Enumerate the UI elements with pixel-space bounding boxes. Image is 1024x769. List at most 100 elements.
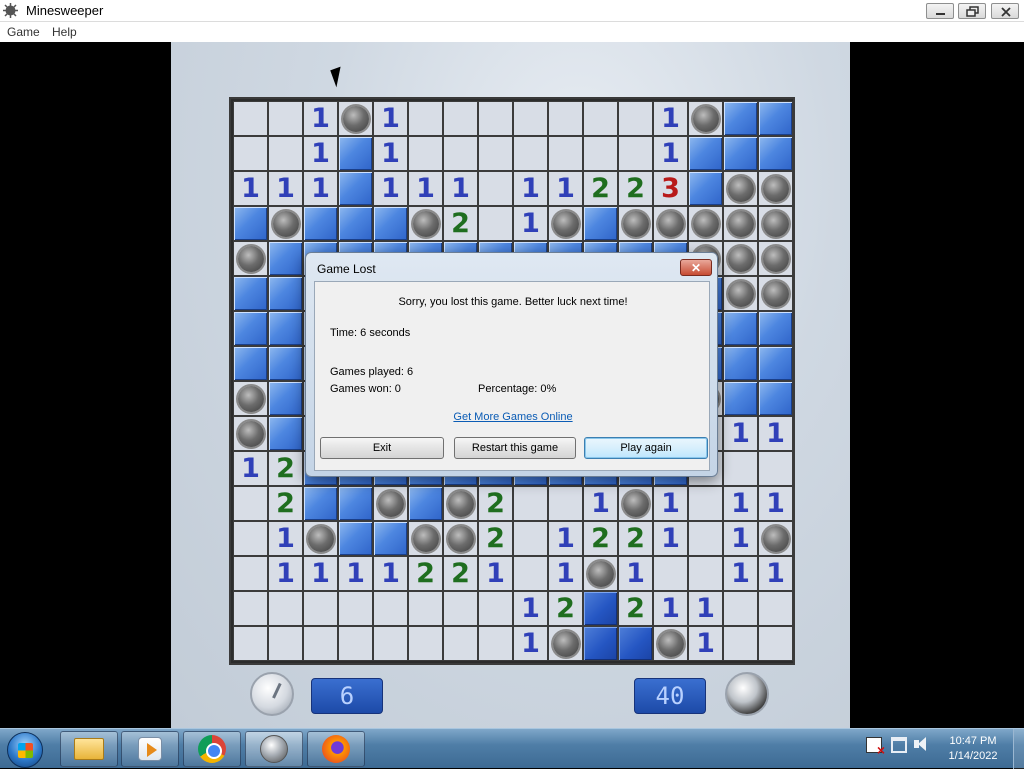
restore-button[interactable] bbox=[958, 3, 986, 19]
number-tile[interactable]: 2 bbox=[618, 591, 653, 626]
number-tile[interactable]: 2 bbox=[583, 171, 618, 206]
mine-tile[interactable] bbox=[233, 241, 268, 276]
covered-tile[interactable] bbox=[373, 521, 408, 556]
number-tile[interactable]: 1 bbox=[373, 556, 408, 591]
mine-tile[interactable] bbox=[723, 276, 758, 311]
number-tile[interactable]: 1 bbox=[653, 521, 688, 556]
covered-tile[interactable] bbox=[688, 136, 723, 171]
volume-icon[interactable] bbox=[914, 737, 928, 751]
empty-tile[interactable] bbox=[268, 626, 303, 661]
empty-tile[interactable] bbox=[478, 101, 513, 136]
mine-tile[interactable] bbox=[408, 521, 443, 556]
empty-tile[interactable] bbox=[268, 101, 303, 136]
empty-tile[interactable] bbox=[513, 486, 548, 521]
mine-tile[interactable] bbox=[233, 381, 268, 416]
number-tile[interactable]: 1 bbox=[513, 206, 548, 241]
number-tile[interactable]: 1 bbox=[758, 556, 793, 591]
number-tile[interactable]: 1 bbox=[723, 486, 758, 521]
empty-tile[interactable] bbox=[338, 591, 373, 626]
empty-tile[interactable] bbox=[478, 206, 513, 241]
empty-tile[interactable] bbox=[583, 101, 618, 136]
number-tile[interactable]: 1 bbox=[758, 486, 793, 521]
covered-tile[interactable] bbox=[583, 626, 618, 661]
mine-tile[interactable] bbox=[548, 626, 583, 661]
mine-tile[interactable] bbox=[443, 521, 478, 556]
number-tile[interactable]: 2 bbox=[478, 521, 513, 556]
covered-tile[interactable] bbox=[583, 591, 618, 626]
empty-tile[interactable] bbox=[723, 591, 758, 626]
empty-tile[interactable] bbox=[513, 101, 548, 136]
number-tile[interactable]: 1 bbox=[303, 136, 338, 171]
get-more-games-link[interactable]: Get More Games Online bbox=[315, 411, 711, 423]
number-tile[interactable]: 1 bbox=[338, 556, 373, 591]
mine-tile[interactable] bbox=[723, 171, 758, 206]
number-tile[interactable]: 2 bbox=[443, 206, 478, 241]
covered-tile[interactable] bbox=[723, 311, 758, 346]
number-tile[interactable]: 1 bbox=[618, 556, 653, 591]
mine-tile[interactable] bbox=[723, 206, 758, 241]
close-button[interactable] bbox=[991, 3, 1019, 19]
number-tile[interactable]: 2 bbox=[618, 521, 653, 556]
empty-tile[interactable] bbox=[758, 591, 793, 626]
number-tile[interactable]: 1 bbox=[478, 556, 513, 591]
play-again-button[interactable]: Play again bbox=[584, 437, 708, 459]
number-tile[interactable]: 2 bbox=[478, 486, 513, 521]
covered-tile[interactable] bbox=[338, 171, 373, 206]
mine-tile[interactable] bbox=[233, 416, 268, 451]
empty-tile[interactable] bbox=[233, 521, 268, 556]
number-tile[interactable]: 1 bbox=[303, 101, 338, 136]
taskbar-explorer[interactable] bbox=[60, 731, 118, 767]
empty-tile[interactable] bbox=[478, 591, 513, 626]
covered-tile[interactable] bbox=[233, 346, 268, 381]
covered-tile[interactable] bbox=[338, 136, 373, 171]
number-tile[interactable]: 1 bbox=[653, 591, 688, 626]
number-tile[interactable]: 1 bbox=[653, 101, 688, 136]
empty-tile[interactable] bbox=[408, 591, 443, 626]
empty-tile[interactable] bbox=[478, 626, 513, 661]
mine-tile[interactable] bbox=[303, 521, 338, 556]
taskbar-chrome[interactable] bbox=[183, 731, 241, 767]
empty-tile[interactable] bbox=[268, 136, 303, 171]
minimize-button[interactable] bbox=[926, 3, 954, 19]
number-tile[interactable]: 2 bbox=[268, 486, 303, 521]
number-tile[interactable]: 1 bbox=[408, 171, 443, 206]
number-tile[interactable]: 1 bbox=[513, 626, 548, 661]
restart-game-button[interactable]: Restart this game bbox=[454, 437, 576, 459]
taskbar-firefox[interactable] bbox=[307, 731, 365, 767]
empty-tile[interactable] bbox=[653, 556, 688, 591]
covered-tile[interactable] bbox=[618, 626, 653, 661]
empty-tile[interactable] bbox=[408, 136, 443, 171]
covered-tile[interactable] bbox=[338, 486, 373, 521]
covered-tile[interactable] bbox=[268, 241, 303, 276]
taskbar-minesweeper[interactable] bbox=[245, 731, 303, 767]
number-tile[interactable]: 2 bbox=[268, 451, 303, 486]
number-tile[interactable]: 1 bbox=[268, 171, 303, 206]
mine-tile[interactable] bbox=[548, 206, 583, 241]
empty-tile[interactable] bbox=[443, 626, 478, 661]
mine-tile[interactable] bbox=[373, 486, 408, 521]
number-tile[interactable]: 1 bbox=[583, 486, 618, 521]
dialog-close-button[interactable]: ✕ bbox=[680, 259, 712, 276]
empty-tile[interactable] bbox=[618, 101, 653, 136]
number-tile[interactable]: 1 bbox=[373, 136, 408, 171]
covered-tile[interactable] bbox=[723, 381, 758, 416]
empty-tile[interactable] bbox=[513, 521, 548, 556]
number-tile[interactable]: 1 bbox=[548, 521, 583, 556]
empty-tile[interactable] bbox=[303, 591, 338, 626]
empty-tile[interactable] bbox=[338, 626, 373, 661]
empty-tile[interactable] bbox=[408, 101, 443, 136]
empty-tile[interactable] bbox=[548, 486, 583, 521]
mine-tile[interactable] bbox=[338, 101, 373, 136]
number-tile[interactable]: 1 bbox=[443, 171, 478, 206]
mine-tile[interactable] bbox=[758, 241, 793, 276]
covered-tile[interactable] bbox=[268, 346, 303, 381]
empty-tile[interactable] bbox=[268, 591, 303, 626]
covered-tile[interactable] bbox=[268, 416, 303, 451]
number-tile[interactable]: 1 bbox=[303, 556, 338, 591]
covered-tile[interactable] bbox=[233, 206, 268, 241]
empty-tile[interactable] bbox=[478, 171, 513, 206]
number-tile[interactable]: 1 bbox=[513, 591, 548, 626]
number-tile[interactable]: 2 bbox=[618, 171, 653, 206]
mine-tile[interactable] bbox=[758, 276, 793, 311]
empty-tile[interactable] bbox=[443, 136, 478, 171]
